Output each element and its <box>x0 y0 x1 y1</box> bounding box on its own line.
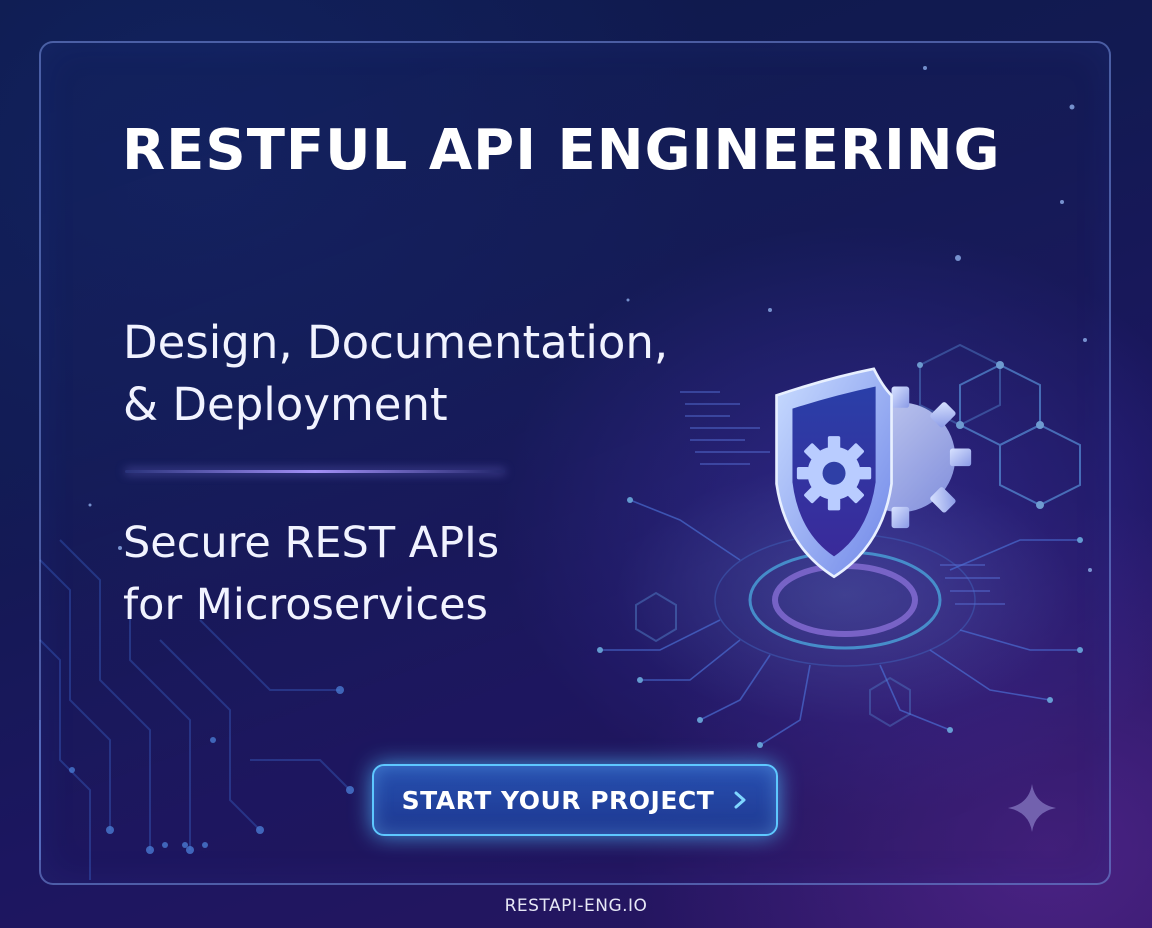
subheadline-line-1: Design, Documentation, <box>123 316 669 369</box>
page-title: RESTFUL API ENGINEERING <box>122 118 1001 183</box>
subheadline: Design, Documentation, & Deployment <box>123 312 668 436</box>
banner-page: RESTFUL API ENGINEERING Design, Document… <box>0 0 1152 928</box>
shield-gear-icon <box>775 367 972 579</box>
tagline-line-1: Secure REST APIs <box>123 518 500 568</box>
divider <box>125 470 505 473</box>
sparkle-icon <box>1008 784 1056 832</box>
start-project-button-label: START YOUR PROJECT <box>401 785 715 815</box>
subheadline-line-2: & Deployment <box>123 378 448 431</box>
tagline: Secure REST APIs for Microservices <box>123 512 499 636</box>
footer-url: RESTAPI-ENG.IO <box>504 896 648 916</box>
tagline-line-2: for Microservices <box>123 580 488 630</box>
start-project-button[interactable]: START YOUR PROJECT <box>372 764 778 836</box>
chevron-right-icon <box>734 791 746 809</box>
